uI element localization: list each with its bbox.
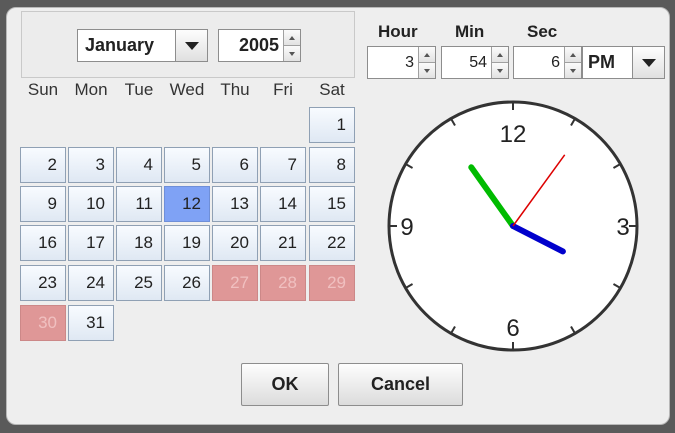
decrement-arrow-icon[interactable] [492, 62, 508, 78]
clock-label-9: 9 [400, 214, 413, 241]
second-label: Sec [527, 22, 558, 41]
cancel-button[interactable]: Cancel [338, 363, 463, 406]
second-value[interactable]: 6 [514, 47, 564, 78]
weekday-header: Wed [169, 80, 205, 99]
minute-value[interactable]: 54 [442, 47, 491, 78]
calendar-day[interactable]: 15 [309, 186, 355, 222]
weekday-header: Mon [74, 80, 108, 99]
month-year-header: January 2005 [21, 11, 355, 78]
decrement-arrow-icon[interactable] [284, 45, 300, 61]
decrement-arrow-icon[interactable] [419, 62, 435, 78]
calendar-day[interactable]: 23 [20, 265, 66, 301]
calendar-day[interactable]: 3 [68, 147, 114, 183]
hour-spinner[interactable]: 3 [367, 46, 436, 79]
calendar-day[interactable]: 18 [116, 225, 162, 261]
weekday-header: Sat [319, 80, 345, 99]
calendar-day-selected[interactable]: 12 [164, 186, 210, 222]
calendar-day[interactable]: 11 [116, 186, 162, 222]
calendar-day[interactable]: 10 [68, 186, 114, 222]
minute-spinner[interactable]: 54 [441, 46, 509, 79]
ampm-value: PM [588, 52, 615, 72]
second-spinner[interactable]: 6 [513, 46, 582, 79]
calendar-day[interactable]: 22 [309, 225, 355, 261]
year-value[interactable]: 2005 [219, 30, 283, 61]
calendar-day[interactable]: 4 [116, 147, 162, 183]
calendar-day[interactable]: 8 [309, 147, 355, 183]
chevron-down-icon[interactable] [175, 30, 207, 61]
calendar-day[interactable]: 2 [20, 147, 66, 183]
year-spinner[interactable]: 2005 [218, 29, 301, 62]
calendar-day[interactable]: 25 [116, 265, 162, 301]
calendar-day[interactable]: 21 [260, 225, 306, 261]
ok-button-label: OK [271, 374, 299, 394]
hour-label: Hour [378, 22, 418, 41]
calendar-day[interactable]: 19 [164, 225, 210, 261]
increment-arrow-icon[interactable] [565, 47, 581, 62]
calendar-day[interactable]: 31 [68, 305, 114, 341]
weekday-header: Thu [220, 80, 250, 99]
increment-arrow-icon[interactable] [492, 47, 508, 62]
chevron-down-icon[interactable] [632, 47, 664, 78]
weekday-header: Sun [27, 80, 59, 99]
minute-label: Min [455, 22, 485, 41]
calendar-day[interactable]: 9 [20, 186, 66, 222]
calendar-day[interactable]: 29 [309, 265, 355, 301]
analog-clock: 12 3 6 9 [387, 100, 639, 352]
hour-value[interactable]: 3 [368, 47, 418, 78]
calendar-day[interactable]: 27 [212, 265, 258, 301]
calendar-day[interactable]: 1 [309, 107, 355, 143]
calendar-day[interactable]: 30 [20, 305, 66, 341]
clock-label-3: 3 [616, 214, 629, 241]
weekday-header: Fri [273, 80, 293, 99]
month-value: January [85, 35, 155, 55]
calendar-day[interactable]: 6 [212, 147, 258, 183]
decrement-arrow-icon[interactable] [565, 62, 581, 78]
date-time-picker-panel: January 2005 Sun Mon Tue Wed Thu Fri Sat 1 2 3 4 5 6… [6, 7, 670, 425]
increment-arrow-icon[interactable] [419, 47, 435, 62]
calendar-day[interactable]: 24 [68, 265, 114, 301]
calendar-day[interactable]: 28 [260, 265, 306, 301]
calendar-day[interactable]: 14 [260, 186, 306, 222]
calendar-day[interactable]: 13 [212, 186, 258, 222]
calendar-day[interactable]: 5 [164, 147, 210, 183]
calendar-day[interactable]: 16 [20, 225, 66, 261]
calendar-day[interactable]: 26 [164, 265, 210, 301]
weekday-header: Tue [124, 80, 154, 99]
clock-label-6: 6 [506, 315, 519, 342]
calendar-day[interactable]: 20 [212, 225, 258, 261]
clock-label-12: 12 [500, 121, 527, 148]
calendar-day[interactable]: 7 [260, 147, 306, 183]
increment-arrow-icon[interactable] [284, 30, 300, 45]
ok-button[interactable]: OK [241, 363, 329, 406]
cancel-button-label: Cancel [370, 374, 431, 394]
ampm-dropdown[interactable]: PM [582, 46, 665, 79]
month-dropdown[interactable]: January [77, 29, 208, 62]
calendar-day[interactable]: 17 [68, 225, 114, 261]
